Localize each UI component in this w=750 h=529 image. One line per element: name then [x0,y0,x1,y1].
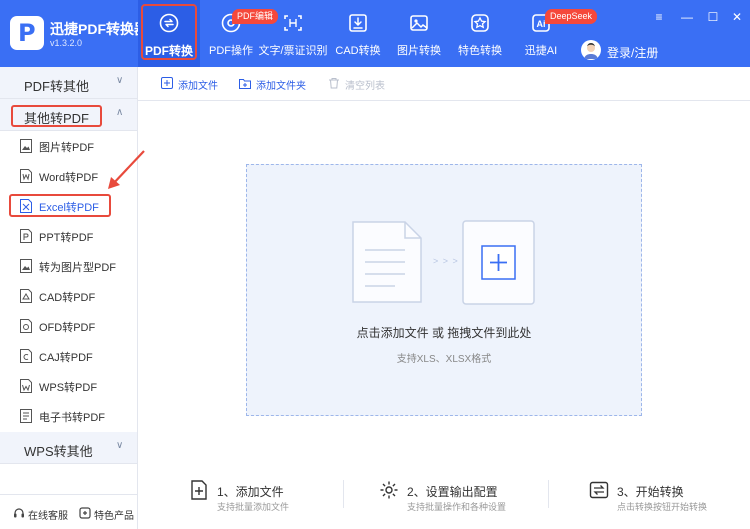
divider [343,480,344,508]
featured-products-link[interactable]: 特色产品 [94,507,134,522]
online-service-link[interactable]: 在线客服 [28,507,68,522]
supported-formats: 支持XLS、XLSX格式 [396,354,492,365]
user-avatar-icon [584,43,598,59]
close-icon[interactable]: ✕ [730,10,744,24]
headset-icon [14,508,24,518]
clear-list-label: 清空列表 [345,81,385,92]
ocr-scan-icon [284,15,302,31]
highlight-annotation-box [9,194,111,217]
step-subtitle: 支持批量添加文件 [217,502,290,512]
deepseek-badge: DeepSeek [545,9,598,24]
divider [548,480,549,508]
sidebar-item-label: CAJ转PDF [39,352,93,364]
maximize-icon[interactable]: ☐ [706,10,720,24]
image-file-icon [20,139,32,153]
sidebar-item-label: WPS转PDF [39,382,98,394]
sidebar-item-label: CAD转PDF [39,292,96,304]
sidebar-item-ofd-to-pdf[interactable]: OFD转PDF [0,311,137,341]
sidebar-group-label: PDF转其他 [24,79,90,94]
word-file-icon [20,169,32,183]
sidebar-item-to-image-pdf[interactable]: 转为图片型PDF [0,251,137,281]
sidebar-item-label: 转为图片型PDF [39,262,116,274]
sidebar-item-label: PPT转PDF [39,232,94,244]
app-version: v1.3.2.0 [50,38,83,48]
step-subtitle: 点击转换按钮开始转换 [617,502,708,512]
ebook-file-icon [20,409,32,423]
star-icon [471,14,489,32]
highlight-annotation-box [141,4,197,60]
sidebar-item-cad-to-pdf[interactable]: CAD转PDF [0,281,137,311]
chevron-down-icon: ∨ [116,75,124,86]
image-pdf-icon [20,259,32,273]
sidebar-item-ebook-to-pdf[interactable]: 电子书转PDF [0,401,137,431]
step-subtitle: 支持批量操作和各种设置 [407,502,507,512]
sidebar-item-label: OFD转PDF [39,322,96,334]
sidebar-group-pdf-to-other[interactable]: PDF转其他 ∨ [0,67,137,99]
avatar[interactable] [581,40,601,60]
plus-icon [161,77,173,89]
add-file-icon [191,480,207,500]
chevron-up-icon: ∧ [116,107,124,118]
app-header: P 迅捷PDF转换器 v1.3.2.0 PDF转换 PDF操作 PDF编辑 文字… [0,0,750,67]
settings-gear-icon [380,481,398,499]
nav-tab-ocr[interactable]: 文字/票证识别 [258,0,328,67]
sidebar-item-caj-to-pdf[interactable]: CAJ转PDF [0,341,137,371]
ofd-file-icon [20,319,32,333]
product-icon [79,507,91,519]
folder-plus-icon [239,79,251,89]
wps-file-icon [20,379,32,393]
minimize-icon[interactable]: — [680,10,694,24]
ppt-file-icon [20,229,32,243]
step-title: 1、添加文件 [217,485,284,499]
caj-file-icon [20,349,32,363]
nav-label: 迅捷AI [524,45,558,57]
sidebar-item-label: Word转PDF [39,172,99,184]
toolbar: 添加文件 添加文件夹 清空列表 [138,67,750,101]
step-title: 3、开始转换 [617,485,684,499]
trash-icon [329,78,339,89]
document-icon [352,221,422,303]
main-panel: 添加文件 添加文件夹 清空列表 > > > 点击添加文件 或 拖拽文件到此处 支… [138,67,750,529]
sidebar-group-label: WPS转其他 [24,444,93,459]
step-title: 2、设置输出配置 [407,485,498,499]
add-file-label: 添加文件 [178,81,218,92]
add-file-plus-icon [462,220,535,305]
cad-icon [349,14,367,32]
sidebar: PDF转其他 ∨ 其他转PDF ∧ 图片转PDF Word转PDF Excel转… [0,67,138,529]
chevron-down-icon: ∨ [116,440,124,451]
add-folder-label: 添加文件夹 [256,81,306,92]
sidebar-item-label: 电子书转PDF [39,412,105,424]
file-dropzone[interactable]: > > > 点击添加文件 或 拖拽文件到此处 支持XLS、XLSX格式 [246,164,642,416]
sidebar-item-wps-to-pdf[interactable]: WPS转PDF [0,371,137,401]
menu-icon[interactable]: ≡ [652,10,666,24]
login-register-link[interactable]: 登录/注册 [607,44,658,61]
start-convert-icon [589,481,609,499]
arrows-icon: > > > [433,256,459,266]
annotation-arrow-icon [108,150,145,189]
highlight-annotation-box [11,105,102,127]
image-icon [410,15,428,31]
app-logo-icon: P [10,16,44,50]
sidebar-item-label: 图片转PDF [39,142,94,154]
cad-file-icon [20,289,32,303]
dropzone-instruction: 点击添加文件 或 拖拽文件到此处 [356,326,532,340]
sidebar-item-ppt-to-pdf[interactable]: PPT转PDF [0,221,137,251]
sidebar-footer: 在线客服 特色产品 [0,494,137,529]
steps-bar: 1、添加文件 支持批量添加文件 2、设置输出配置 支持批量操作和各种设置 3、开… [138,472,750,529]
sidebar-group-wps-to-other[interactable]: WPS转其他 ∨ [0,432,137,464]
app-title: 迅捷PDF转换器 [50,21,148,37]
